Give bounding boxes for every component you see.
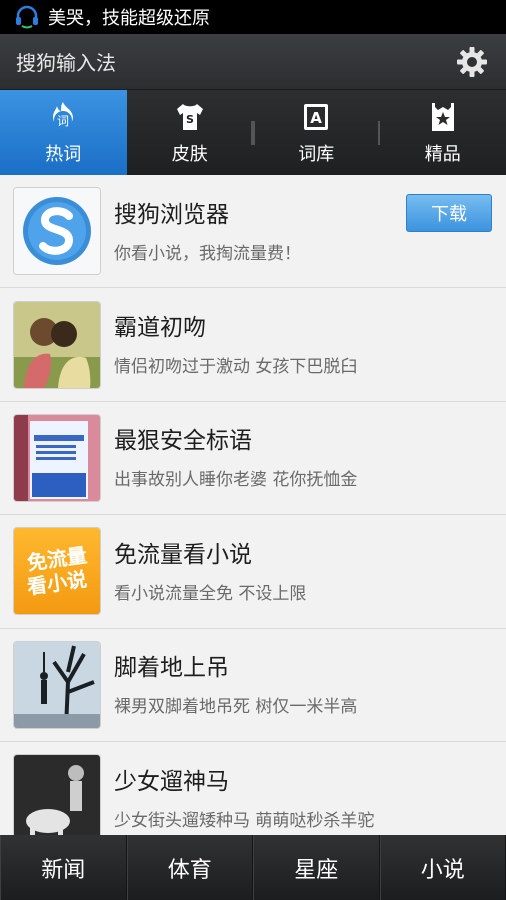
bottom-nav-news[interactable]: 新闻 bbox=[0, 835, 127, 900]
category-tabs: 词 热词 S 皮肤 A 词库 精品 bbox=[0, 90, 506, 175]
free-traffic-novel-badge: 免流量 看小说 bbox=[14, 528, 100, 615]
list-item[interactable]: 霸道初吻 情侣初吻过于激动 女孩下巴脱臼 bbox=[0, 288, 506, 402]
safety-slogan-photo bbox=[14, 414, 100, 501]
list-item[interactable]: 免流量 看小说 免流量看小说 看小说流量全免 不设上限 bbox=[0, 515, 506, 629]
tree-silhouette-image bbox=[14, 641, 100, 728]
list-item-title: 脚着地上吊 bbox=[114, 655, 229, 682]
girl-pony-photo bbox=[14, 755, 100, 835]
app-title: 搜狗输入法 bbox=[16, 51, 116, 75]
gear-icon bbox=[457, 46, 487, 77]
status-bar: 美哭，技能超级还原 bbox=[0, 0, 506, 34]
tab-label: 精品 bbox=[424, 143, 461, 165]
list-item-subtitle: 看小说流量全免 不设上限 bbox=[114, 583, 307, 604]
list-item-title: 少女遛神马 bbox=[114, 768, 229, 795]
tab-skin[interactable]: S 皮肤 bbox=[127, 90, 253, 175]
bottom-nav-horoscope[interactable]: 星座 bbox=[253, 835, 380, 900]
list-item-subtitle: 出事故别人睡你老婆 花你抚恤金 bbox=[114, 470, 358, 491]
list-item[interactable]: 搜狗浏览器 你看小说，我掏流量费！ 下载 bbox=[0, 175, 506, 289]
list-item-text: 最狠安全标语 出事故别人睡你老婆 花你抚恤金 bbox=[114, 425, 506, 490]
list-item-subtitle: 情侣初吻过于激动 女孩下巴脱臼 bbox=[114, 357, 358, 378]
settings-button[interactable] bbox=[454, 44, 490, 80]
sogou-browser-logo bbox=[14, 188, 100, 275]
list-item-subtitle: 少女街头遛矮种马 萌萌哒秒杀羊驼 bbox=[114, 810, 375, 831]
hot-words-list: 搜狗浏览器 你看小说，我掏流量费！ 下载 霸道初吻 情侣初吻过于激动 女孩下巴脱… bbox=[0, 175, 506, 835]
couple-kiss-photo bbox=[14, 301, 100, 388]
tab-label: 热词 bbox=[45, 143, 82, 165]
tab-label: 皮肤 bbox=[171, 143, 208, 165]
tab-dictionary[interactable]: A 词库 bbox=[253, 90, 380, 175]
list-item-subtitle: 你看小说，我掏流量费！ bbox=[114, 243, 301, 264]
tab-label: 词库 bbox=[298, 143, 335, 165]
tab-hot-words[interactable]: 词 热词 bbox=[0, 90, 127, 175]
bottom-nav-sports[interactable]: 体育 bbox=[126, 835, 253, 900]
svg-text:词: 词 bbox=[57, 114, 69, 128]
app-header: 搜狗输入法 bbox=[0, 34, 506, 90]
headset-icon bbox=[16, 5, 38, 29]
notification-text: 美哭，技能超级还原 bbox=[48, 8, 210, 29]
tab-featured[interactable]: 精品 bbox=[380, 90, 506, 175]
skin-shirt-icon: S bbox=[176, 103, 203, 130]
tree-hanging-photo bbox=[14, 641, 100, 728]
svg-text:A: A bbox=[310, 109, 322, 127]
list-item-text: 免流量看小说 看小说流量全免 不设上限 bbox=[114, 539, 506, 604]
list-item[interactable]: 最狠安全标语 出事故别人睡你老婆 花你抚恤金 bbox=[0, 402, 506, 516]
list-item-title: 最狠安全标语 bbox=[114, 428, 252, 455]
list-item[interactable]: 脚着地上吊 裸男双脚着地吊死 树仅一米半高 bbox=[0, 629, 506, 742]
bottom-nav: 新闻 体育 星座 小说 bbox=[0, 835, 506, 900]
svg-text:S: S bbox=[186, 113, 194, 126]
featured-star-icon bbox=[431, 102, 454, 131]
list-item-subtitle: 裸男双脚着地吊死 树仅一米半高 bbox=[114, 697, 358, 718]
dictionary-icon: A bbox=[304, 103, 329, 130]
list-item-text: 少女遛神马 少女街头遛矮种马 萌萌哒秒杀羊驼 bbox=[114, 766, 506, 831]
hot-words-icon: 词 bbox=[53, 101, 74, 129]
download-button[interactable]: 下载 bbox=[406, 194, 492, 232]
girl-pony-image bbox=[14, 755, 100, 835]
list-item-title: 霸道初吻 bbox=[114, 315, 206, 342]
sogou-browser-logo-icon bbox=[14, 188, 100, 275]
list-item-text: 脚着地上吊 裸男双脚着地吊死 树仅一米半高 bbox=[114, 652, 506, 717]
tab-separator bbox=[253, 121, 255, 145]
safety-slogan-image bbox=[14, 414, 100, 501]
list-item-text: 霸道初吻 情侣初吻过于激动 女孩下巴脱臼 bbox=[114, 312, 506, 377]
list-item-title: 免流量看小说 bbox=[114, 541, 252, 568]
bottom-nav-novels[interactable]: 小说 bbox=[379, 835, 506, 900]
couple-kiss-image bbox=[14, 301, 100, 388]
list-item[interactable]: 少女遛神马 少女街头遛矮种马 萌萌哒秒杀羊驼 bbox=[0, 742, 506, 835]
